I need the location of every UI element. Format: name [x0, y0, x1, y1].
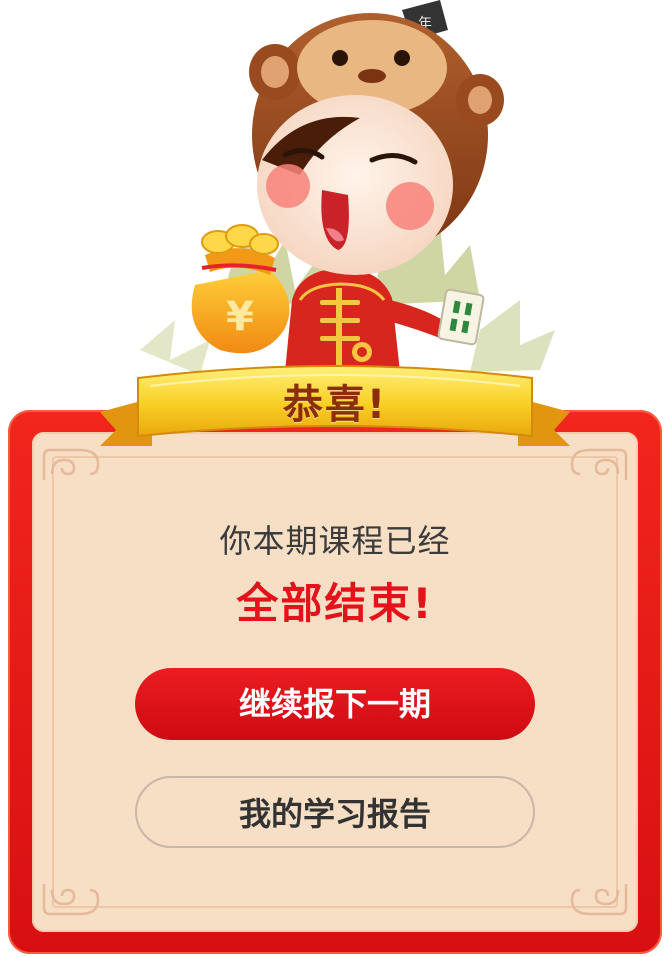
- card-panel: 你本期课程已经 全部结束! 继续报下一期 我的学习报告: [32, 432, 638, 932]
- mahjong-tile-icon: [437, 288, 485, 346]
- corner-ornament-icon: [570, 884, 628, 916]
- course-finished-headline: 全部结束!: [236, 579, 434, 628]
- money-bag-icon: ¥: [191, 224, 290, 354]
- character-head: [249, 13, 504, 275]
- learning-report-button[interactable]: 我的学习报告: [135, 776, 535, 848]
- course-finished-subtitle: 你本期课程已经: [219, 522, 451, 560]
- corner-ornament-icon: [42, 884, 100, 916]
- yuan-symbol: ¥: [226, 294, 254, 340]
- completion-card: 你本期课程已经 全部结束! 继续报下一期 我的学习报告: [8, 410, 662, 954]
- enroll-next-term-button[interactable]: 继续报下一期: [135, 668, 535, 740]
- congrats-title: 恭喜!: [282, 382, 388, 428]
